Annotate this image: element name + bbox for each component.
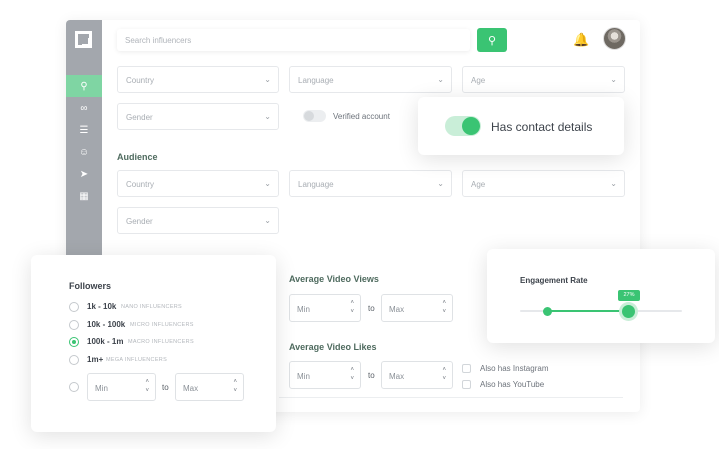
audience-age-select[interactable]: Age ⌄ xyxy=(462,170,625,197)
followers-tier-nano: NANO INFLUENCERS xyxy=(121,304,183,310)
stepper-arrows-icon[interactable]: ˄ ˅ xyxy=(442,366,446,384)
nav-glasses-icon[interactable]: ∞ xyxy=(66,97,102,119)
stepper-arrows-icon[interactable]: ˄ ˅ xyxy=(350,366,354,384)
instagram-checkbox[interactable] xyxy=(462,364,471,373)
followers-tier-macro: MACRO INFLUENCERS xyxy=(128,339,194,345)
nav-list-icon[interactable]: ☰ xyxy=(66,119,102,141)
gender-select[interactable]: Gender ⌄ xyxy=(117,103,279,130)
language-select-label: Language xyxy=(298,76,334,85)
age-select-label: Age xyxy=(471,76,486,85)
nav-people-icon[interactable]: ☺ xyxy=(66,141,102,163)
engagement-slider-low-handle[interactable] xyxy=(543,306,553,316)
followers-range-nano: 1k - 10k xyxy=(87,302,117,311)
verified-label: Verified account xyxy=(333,112,390,121)
nav-rocket-icon[interactable]: ➤ xyxy=(66,163,102,185)
verified-toggle[interactable] xyxy=(303,110,326,122)
likes-max-placeholder: Max xyxy=(389,372,405,381)
views-min-input[interactable]: Min ˄ ˅ xyxy=(289,294,361,322)
views-min-placeholder: Min xyxy=(297,305,310,314)
audience-title: Audience xyxy=(117,152,158,162)
age-select[interactable]: Age ⌄ xyxy=(462,66,625,93)
avatar[interactable] xyxy=(603,27,626,50)
audience-country-select[interactable]: Country ⌄ xyxy=(117,170,279,197)
bell-icon[interactable]: 🔔 xyxy=(573,32,589,48)
followers-radio-custom[interactable] xyxy=(69,382,79,392)
chevron-down-icon: ⌄ xyxy=(264,216,271,225)
logo-icon xyxy=(75,31,92,48)
audience-language-select[interactable]: Language ⌄ xyxy=(289,170,452,197)
engagement-slider-fill xyxy=(547,310,629,312)
stepper-arrows-icon[interactable]: ˄ ˅ xyxy=(145,378,149,396)
contact-details-toggle[interactable] xyxy=(445,116,481,136)
engagement-slider-high-handle[interactable] xyxy=(622,304,636,318)
search-input[interactable]: Search influencers xyxy=(117,29,470,51)
chevron-down-icon: ⌄ xyxy=(264,112,271,121)
search-icon: ⚲ xyxy=(487,34,497,47)
stepper-arrows-icon[interactable]: ˄ ˅ xyxy=(350,299,354,317)
instagram-label: Also has Instagram xyxy=(480,364,549,373)
search-button[interactable]: ⚲ xyxy=(477,28,507,52)
followers-tier-mega: MEGA INFLUENCERS xyxy=(106,357,168,363)
stepper-arrows-icon[interactable]: ˄ ˅ xyxy=(442,299,446,317)
gender-select-label: Gender xyxy=(126,113,153,122)
country-select[interactable]: Country ⌄ xyxy=(117,66,279,93)
followers-max-input[interactable]: Max ˄ ˅ xyxy=(175,373,244,401)
followers-range-mega: 1m+ xyxy=(87,355,104,364)
followers-range-micro: 10k - 100k xyxy=(87,320,126,329)
chevron-down-icon: ⌄ xyxy=(264,179,271,188)
audience-age-label: Age xyxy=(471,180,486,189)
audience-gender-select[interactable]: Gender ⌄ xyxy=(117,207,279,234)
audience-gender-label: Gender xyxy=(126,217,153,226)
video-views-title: Average Video Views xyxy=(289,274,379,284)
audience-language-label: Language xyxy=(298,180,334,189)
followers-min-input[interactable]: Min ˄ ˅ xyxy=(87,373,156,401)
followers-tier-micro: MICRO INFLUENCERS xyxy=(130,322,194,328)
followers-title: Followers xyxy=(69,281,112,291)
followers-radio-nano[interactable] xyxy=(69,302,79,312)
country-select-label: Country xyxy=(126,76,155,85)
engagement-slider-track[interactable] xyxy=(520,304,682,318)
followers-min-placeholder: Min xyxy=(95,384,108,393)
followers-radio-macro[interactable] xyxy=(69,337,79,347)
likes-min-placeholder: Min xyxy=(297,372,310,381)
youtube-label: Also has YouTube xyxy=(480,380,545,389)
likes-max-input[interactable]: Max ˄ ˅ xyxy=(381,361,453,389)
views-max-input[interactable]: Max ˄ ˅ xyxy=(381,294,453,322)
chevron-down-icon: ⌄ xyxy=(437,179,444,188)
audience-country-label: Country xyxy=(126,180,155,189)
chevron-down-icon: ⌄ xyxy=(610,179,617,188)
followers-radio-micro[interactable] xyxy=(69,320,79,330)
followers-range-macro: 100k - 1m xyxy=(87,337,124,346)
language-select[interactable]: Language ⌄ xyxy=(289,66,452,93)
followers-radio-mega[interactable] xyxy=(69,355,79,365)
chevron-down-icon: ⌄ xyxy=(610,75,617,84)
likes-min-input[interactable]: Min ˄ ˅ xyxy=(289,361,361,389)
likes-to-label: to xyxy=(368,371,375,380)
engagement-card xyxy=(487,249,715,343)
video-likes-title: Average Video Likes xyxy=(289,342,377,352)
stepper-arrows-icon[interactable]: ˄ ˅ xyxy=(233,378,237,396)
followers-max-placeholder: Max xyxy=(183,384,199,393)
contact-details-label: Has contact details xyxy=(491,120,593,134)
chevron-down-icon: ⌄ xyxy=(437,75,444,84)
followers-to-label: to xyxy=(162,383,169,392)
views-max-placeholder: Max xyxy=(389,305,405,314)
engagement-value-badge: 27% xyxy=(618,290,640,301)
divider xyxy=(279,397,623,398)
views-to-label: to xyxy=(368,304,375,313)
youtube-checkbox[interactable] xyxy=(462,380,471,389)
nav-chart-icon[interactable]: ▦ xyxy=(66,185,102,207)
chevron-down-icon: ⌄ xyxy=(264,75,271,84)
engagement-title: Engagement Rate xyxy=(520,276,588,285)
nav-search-icon[interactable]: ⚲ xyxy=(66,75,102,97)
